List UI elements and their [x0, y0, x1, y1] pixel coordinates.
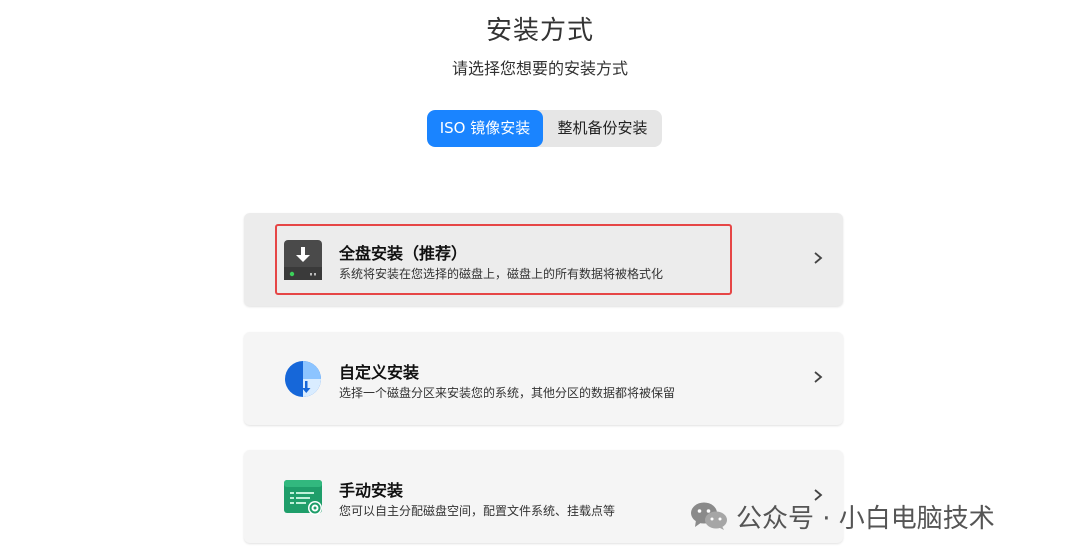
partition-pie-icon	[285, 361, 321, 397]
manual-config-icon	[284, 480, 322, 515]
option-description: 系统将安装在您选择的磁盘上，磁盘上的所有数据将被格式化	[339, 267, 664, 281]
watermark-text: 公众号 · 小白电脑技术	[736, 503, 995, 534]
option-title: 自定义安装	[339, 363, 420, 382]
watermark: 公众号 · 小白电脑技术	[690, 498, 995, 534]
option-title: 全盘安装（推荐）	[339, 244, 468, 263]
wechat-icon	[691, 502, 727, 530]
chevron-right-icon	[814, 371, 823, 383]
option-full-disk-install[interactable]: 全盘安装（推荐） 系统将安装在您选择的磁盘上，磁盘上的所有数据将被格式化	[244, 213, 843, 306]
disk-download-icon	[284, 240, 322, 280]
option-description: 选择一个磁盘分区来安装您的系统，其他分区的数据都将被保留	[339, 386, 676, 400]
option-title: 手动安装	[339, 481, 404, 500]
chevron-right-icon	[814, 252, 823, 264]
option-custom-install[interactable]: 自定义安装 选择一个磁盘分区来安装您的系统，其他分区的数据都将被保留	[244, 332, 843, 425]
page-title: 安装方式	[485, 16, 594, 46]
install-source-tabs: ISO 镜像安装 整机备份安装	[427, 110, 662, 147]
option-description: 您可以自主分配磁盘空间，配置文件系统、挂载点等	[339, 504, 616, 518]
tab-iso-install[interactable]: ISO 镜像安装	[427, 110, 543, 147]
tab-backup-install[interactable]: 整机备份安装	[543, 110, 662, 147]
page-subtitle: 请选择您想要的安装方式	[451, 59, 628, 78]
